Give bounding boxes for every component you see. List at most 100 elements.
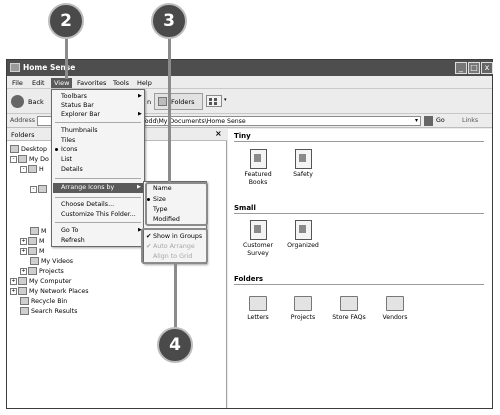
callout-4-highlight	[141, 228, 208, 264]
menu-help[interactable]: Help	[137, 79, 152, 87]
folder-icon	[249, 296, 267, 311]
menu-item-status-bar[interactable]: Status Bar	[61, 102, 94, 109]
menu-item-arrange-icons-by[interactable]: Arrange Icons by ▶	[53, 183, 143, 193]
tree-item-projects[interactable]: + Projects	[20, 267, 64, 275]
menu-edit[interactable]: Edit	[32, 79, 45, 87]
tree-item-search-results[interactable]: Search Results	[20, 307, 77, 315]
folder-icon	[30, 257, 39, 265]
callout-3-connector	[168, 34, 171, 182]
expand-icon[interactable]: +	[10, 287, 17, 295]
menu-tools[interactable]: Tools	[113, 79, 129, 87]
menu-item-tiles[interactable]: Tiles	[61, 137, 75, 144]
go-button[interactable]: Go	[436, 117, 445, 124]
tree-item-m2[interactable]: + M	[20, 237, 44, 245]
file-item[interactable]: Organized	[281, 220, 325, 250]
tree-item-my-videos[interactable]: My Videos	[30, 257, 73, 265]
menu-view[interactable]: View	[51, 78, 73, 88]
menu-separator	[55, 122, 141, 123]
menu-item-explorer-bar[interactable]: Explorer Bar	[61, 111, 100, 118]
menu-item-choose-details[interactable]: Choose Details...	[61, 201, 114, 208]
folder-item[interactable]: Store FAQs	[327, 296, 371, 322]
recycle-bin-icon	[20, 297, 29, 305]
views-dropdown-arrow-icon[interactable]: ▾	[224, 97, 227, 103]
folders-pane-title: Folders	[11, 131, 35, 139]
expand-icon[interactable]: +	[20, 247, 27, 255]
group-header-folders: Folders	[234, 275, 264, 283]
submenu-arrow-icon: ▶	[138, 93, 142, 99]
folders-icon	[158, 97, 167, 106]
tree-item-m3[interactable]: + M	[20, 247, 44, 255]
callout-4: 4	[157, 327, 193, 363]
menu-item-customize-folder[interactable]: Customize This Folder...	[61, 211, 136, 218]
maximize-button[interactable]: □	[468, 62, 480, 74]
links-label[interactable]: Links	[462, 117, 478, 124]
menu-file[interactable]: File	[12, 79, 23, 87]
submenu-arrow-icon: ▶	[138, 111, 142, 117]
toolbar-partial-text: n	[147, 98, 152, 106]
document-icon	[294, 149, 312, 169]
collapse-icon[interactable]: -	[10, 155, 17, 163]
expand-icon[interactable]: +	[20, 267, 27, 275]
close-button[interactable]: x	[481, 62, 493, 74]
file-item[interactable]: Safety	[281, 149, 325, 179]
close-pane-icon[interactable]: ×	[215, 129, 222, 138]
tree-item-my-network-places[interactable]: + My Network Places	[10, 287, 88, 295]
tree-item-my-computer[interactable]: + My Computer	[10, 277, 71, 285]
folder-icon	[18, 155, 27, 163]
menu-separator	[55, 222, 141, 223]
menu-item-thumbnails[interactable]: Thumbnails	[61, 127, 98, 134]
expand-icon[interactable]: +	[20, 237, 27, 245]
folder-item[interactable]: Projects	[281, 296, 325, 322]
folder-item[interactable]: Vendors	[373, 296, 417, 322]
address-dropdown-icon[interactable]: ▾	[415, 117, 418, 124]
go-arrow-icon[interactable]	[424, 116, 433, 126]
collapse-icon[interactable]: -	[30, 185, 37, 193]
views-icon[interactable]	[206, 95, 222, 107]
menu-separator	[55, 197, 141, 198]
menu-item-toolbars[interactable]: Toolbars	[61, 93, 87, 100]
callout-2-connector	[65, 33, 68, 79]
tree-item-m1[interactable]: M	[30, 227, 46, 235]
file-item[interactable]: Featured Books	[236, 149, 280, 187]
desktop-icon	[10, 145, 19, 153]
document-icon	[294, 220, 312, 240]
folder-item[interactable]: Letters	[236, 296, 280, 322]
group-header-tiny: Tiny	[234, 132, 251, 140]
collapse-icon[interactable]: -	[20, 165, 27, 173]
menu-favorites[interactable]: Favorites	[77, 79, 106, 87]
submenu-arrow-icon: ▶	[137, 184, 141, 190]
file-item[interactable]: Customer Survey	[236, 220, 280, 258]
content-pane: Tiny Featured Books Safety Small Custome…	[228, 129, 492, 408]
expand-icon[interactable]: +	[10, 277, 17, 285]
tree-item-home[interactable]: -H	[20, 165, 44, 173]
search-icon	[20, 307, 29, 315]
tree-item-my-documents[interactable]: - My Do	[10, 155, 49, 163]
callout-4-connector	[174, 263, 177, 331]
group-divider	[234, 213, 484, 214]
group-header-small: Small	[234, 204, 256, 212]
menu-item-details[interactable]: Details	[61, 166, 83, 173]
group-divider	[234, 141, 484, 142]
folders-button[interactable]: Folders	[154, 93, 203, 110]
folder-icon	[10, 63, 20, 72]
tree-item-desktop[interactable]: Desktop	[10, 145, 47, 153]
address-label: Address	[10, 117, 36, 124]
folder-icon	[28, 237, 37, 245]
folder-icon	[30, 227, 39, 235]
folder-icon	[294, 296, 312, 311]
title-bar: Home Sense _ □ x	[7, 60, 493, 76]
computer-icon	[18, 277, 27, 285]
menu-item-go-to[interactable]: Go To	[61, 227, 78, 234]
tree-item-recycle-bin[interactable]: Recycle Bin	[20, 297, 67, 305]
back-button-label[interactable]: Back	[28, 98, 44, 106]
network-icon	[18, 287, 27, 295]
tree-item-sub[interactable]: -	[30, 185, 49, 193]
menu-item-icons[interactable]: Icons	[61, 146, 77, 153]
minimize-button[interactable]: _	[455, 62, 467, 74]
folder-icon	[386, 296, 404, 311]
menu-item-list[interactable]: List	[61, 156, 72, 163]
menu-item-refresh[interactable]: Refresh	[61, 237, 85, 244]
back-arrow-icon[interactable]	[11, 95, 24, 108]
address-value: Todd\My Documents\Home Sense	[142, 118, 246, 125]
folders-button-label: Folders	[171, 98, 195, 106]
